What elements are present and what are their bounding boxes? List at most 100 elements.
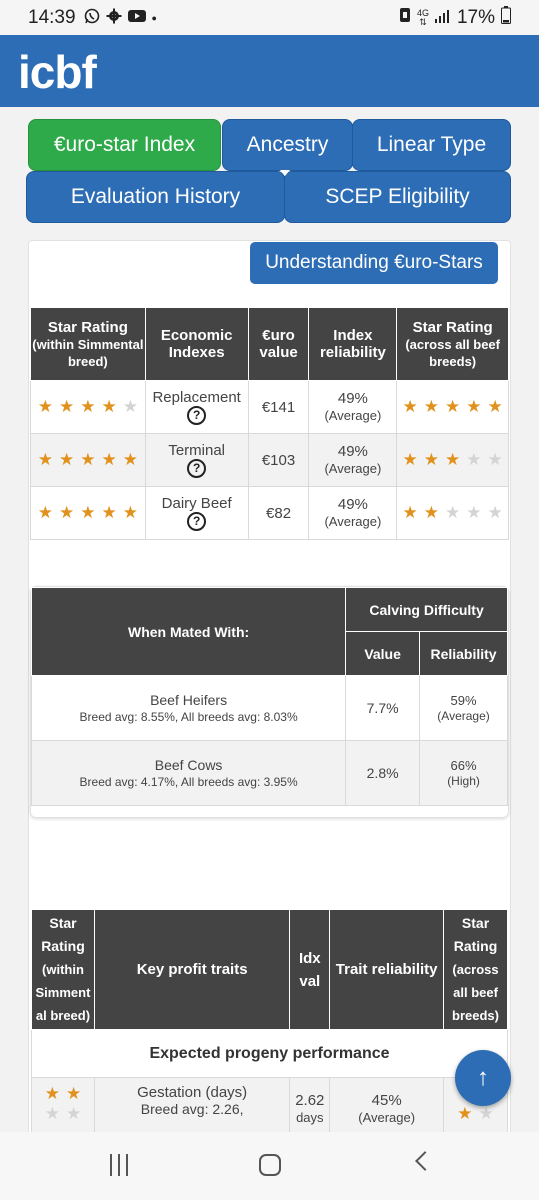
star-filled-icon: ★	[487, 397, 503, 416]
help-icon[interactable]: ?	[187, 459, 207, 478]
battery-icon	[501, 5, 511, 30]
header-star-within: Star Rating (within Simment al breed)	[31, 909, 95, 1030]
header-trait-reliability: Trait reliability	[329, 909, 445, 1030]
star-filled-icon: ★	[402, 450, 418, 469]
index-name-cell: Dairy Beef?	[144, 486, 249, 540]
star-filled-icon: ★	[37, 450, 53, 469]
star-empty-icon: ★	[478, 1104, 494, 1123]
tab-linear-type[interactable]: Linear Type	[352, 119, 511, 171]
star-filled-icon: ★	[101, 450, 117, 469]
header-euro-value: €uro value	[247, 307, 310, 381]
stars-across-cell: ★ ★ ★ ★ ★	[396, 380, 509, 434]
youtube-icon	[127, 9, 146, 27]
stars-across-cell: ★ ★ ★ ★ ★	[396, 433, 509, 487]
mated-with-cell: Beef Cows Breed avg: 4.17%, All breeds av…	[30, 740, 347, 806]
tab-scep-eligibility[interactable]: SCEP Eligibility	[284, 171, 511, 223]
calving-value-cell: 2.8%	[345, 740, 421, 806]
calving-reliability-cell: 66% (High)	[419, 740, 508, 806]
notification-dot-icon: ●	[151, 12, 157, 23]
calving-reliability-cell: 59% (Average)	[419, 675, 508, 741]
table-row: ★ ★ ★ ★ ★ Terminal? €103 49% (Average) ★ ★ ★ ★ ★	[30, 433, 509, 487]
star-filled-icon: ★	[101, 397, 117, 416]
traits-table: Star Rating (within Simment al breed) Ke…	[31, 909, 508, 1148]
euro-value-cell: €82	[247, 486, 310, 540]
stars-within-cell: ★ ★ ★ ★ ★	[30, 486, 146, 540]
star-empty-icon: ★	[122, 397, 138, 416]
star-filled-icon: ★	[58, 503, 75, 522]
back-button[interactable]	[415, 1151, 435, 1171]
star-filled-icon: ★	[58, 450, 75, 469]
euro-value-cell: €103	[247, 433, 310, 487]
table-row: ★ ★ ★ ★ ★ Replacement? €141 49% (Average) ★ ★ ★…	[30, 380, 509, 434]
star-empty-icon: ★	[466, 450, 482, 469]
star-filled-icon: ★	[445, 450, 461, 469]
tab-dropdown-arrow-icon	[280, 170, 290, 176]
star-filled-icon: ★	[80, 397, 96, 416]
star-empty-icon: ★	[487, 503, 503, 522]
header-index-reliability: Index reliability	[308, 307, 398, 381]
whatsapp-icon	[84, 8, 100, 28]
network-type-indicator: 4G ⇅	[416, 7, 429, 27]
star-filled-icon: ★	[445, 397, 461, 416]
star-filled-icon: ★	[80, 503, 96, 522]
understanding-euro-stars-button[interactable]: Understanding €uro-Stars	[250, 242, 498, 284]
arrow-up-icon: ↑	[477, 1064, 489, 1091]
star-filled-icon: ★	[402, 397, 418, 416]
star-filled-icon: ★	[423, 503, 440, 522]
header-calving-difficulty: Calving Difficulty	[345, 587, 508, 632]
star-filled-icon: ★	[58, 397, 75, 416]
star-filled-icon: ★	[122, 503, 138, 522]
table-row: Beef Heifers Breed avg: 8.55%, All breeds…	[30, 675, 508, 741]
header-key-profit-traits: Key profit traits	[93, 909, 291, 1030]
star-empty-icon: ★	[44, 1104, 60, 1123]
star-filled-icon: ★	[423, 450, 440, 469]
star-empty-icon: ★	[487, 450, 503, 469]
nfc-icon	[399, 7, 411, 29]
screen: { "status_bar": {"time": "14:39", "net_t…	[0, 0, 539, 1200]
reliability-cell: 49% (Average)	[308, 486, 398, 540]
index-table: Star Rating (within Simmental breed) Eco…	[30, 307, 509, 540]
star-filled-icon: ★	[466, 397, 482, 416]
calving-value-cell: 7.7%	[345, 675, 421, 741]
header-star-across: Star Rating (across all beef breeds)	[443, 909, 508, 1030]
header-when-mated: When Mated With:	[30, 587, 347, 676]
header-economic-indexes: Economic Indexes	[144, 307, 249, 381]
header-idx-val: Idx val	[289, 909, 331, 1030]
icbf-logo[interactable]: icbf	[18, 45, 97, 99]
help-icon[interactable]: ?	[187, 406, 207, 425]
star-filled-icon: ★	[402, 503, 418, 522]
star-empty-icon: ★	[445, 503, 461, 522]
system-nav-bar	[0, 1132, 539, 1200]
star-filled-icon: ★	[44, 1084, 60, 1103]
gear-icon	[106, 8, 122, 28]
home-button[interactable]	[259, 1154, 281, 1176]
tab-ancestry[interactable]: Ancestry	[222, 119, 353, 171]
index-name-cell: Terminal?	[144, 433, 249, 487]
calving-table: When Mated With: Calving Difficulty Valu…	[30, 587, 508, 806]
table-row: Beef Cows Breed avg: 4.17%, All breeds av…	[30, 740, 508, 806]
battery-percent: 17%	[456, 6, 495, 28]
tab-evaluation-history[interactable]: Evaluation History	[26, 171, 285, 223]
star-filled-icon: ★	[65, 1084, 82, 1103]
stars-across-cell: ★ ★ ★ ★ ★	[396, 486, 509, 540]
star-empty-icon: ★	[65, 1104, 82, 1123]
star-filled-icon: ★	[122, 450, 138, 469]
header-star-across: Star Rating (across all beef breeds)	[396, 307, 509, 381]
recent-apps-button[interactable]	[108, 1154, 130, 1176]
star-filled-icon: ★	[80, 450, 96, 469]
stars-within-cell: ★ ★ ★ ★ ★	[30, 380, 146, 434]
mated-with-cell: Beef Heifers Breed avg: 8.55%, All breeds…	[30, 675, 347, 741]
star-filled-icon: ★	[37, 503, 53, 522]
star-filled-icon: ★	[37, 397, 53, 416]
header-star-within: Star Rating (within Simmental breed)	[30, 307, 146, 381]
tab-euro-star-index[interactable]: €uro-star Index	[28, 119, 221, 171]
help-icon[interactable]: ?	[187, 512, 207, 531]
stars-within-cell: ★ ★ ★ ★ ★	[30, 433, 146, 487]
reliability-cell: 49% (Average)	[308, 433, 398, 487]
scroll-to-top-button[interactable]: ↑	[455, 1050, 511, 1106]
star-filled-icon: ★	[423, 397, 440, 416]
app-header: icbf	[0, 35, 539, 107]
star-filled-icon: ★	[101, 503, 117, 522]
table-row: ★ ★ ★ ★ ★ Dairy Beef? €82 49% (Average) ★ ★ ★ ★ ★	[30, 486, 509, 540]
star-empty-icon: ★	[466, 503, 482, 522]
